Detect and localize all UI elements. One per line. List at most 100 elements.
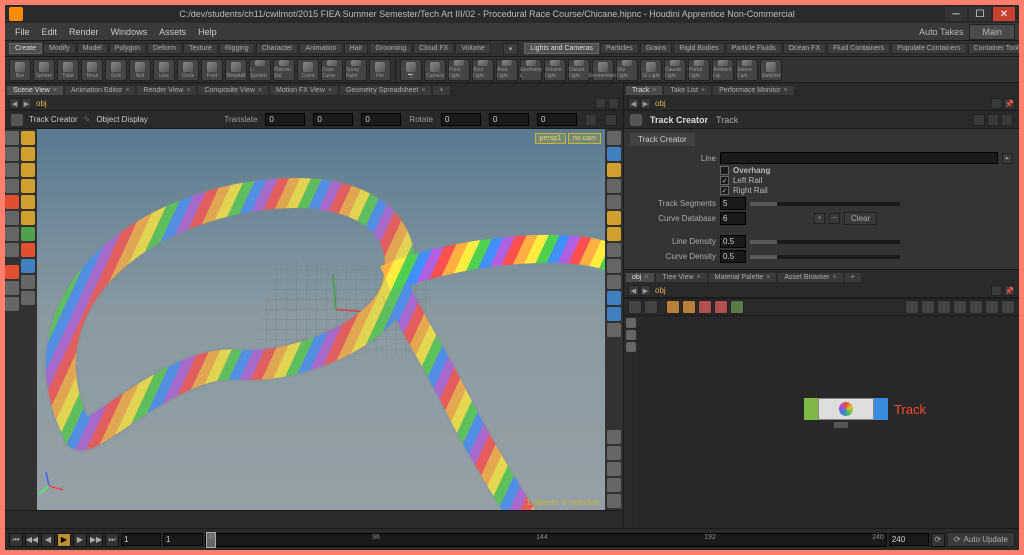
net-r7[interactable] bbox=[1001, 300, 1015, 314]
disp-c2[interactable] bbox=[607, 147, 621, 161]
scene-viewport[interactable]: persp1 no cam 1 objects, 0 selected bbox=[37, 129, 605, 510]
shelf-draw-curve-icon[interactable]: Draw Curve bbox=[321, 59, 343, 81]
rx-field[interactable]: 0 bbox=[441, 113, 481, 126]
net-r3[interactable] bbox=[937, 300, 951, 314]
shelftab-rigging[interactable]: Rigging bbox=[219, 43, 255, 54]
param-header-title[interactable]: Track Creator bbox=[650, 115, 708, 125]
disp-c10[interactable] bbox=[607, 275, 621, 289]
first-frame-button[interactable]: ⏮ bbox=[9, 533, 23, 547]
n-opt1[interactable] bbox=[991, 285, 1002, 296]
tab-motion-fx-view[interactable]: Motion FX View× bbox=[270, 86, 338, 95]
curvedb-field[interactable]: 6 bbox=[720, 212, 746, 225]
menu-help[interactable]: Help bbox=[192, 25, 223, 39]
net-r6[interactable] bbox=[985, 300, 999, 314]
shelf-point-light-icon[interactable]: Point Light bbox=[448, 59, 470, 81]
shelf-circle-icon[interactable]: Circle bbox=[177, 59, 199, 81]
xform-opt2-icon[interactable] bbox=[605, 114, 617, 126]
xform-opt1-icon[interactable] bbox=[585, 114, 597, 126]
shelf-gi-light-icon[interactable]: GI Light bbox=[640, 59, 662, 81]
line-picker-icon[interactable]: ▸ bbox=[1002, 153, 1013, 164]
shelf-area-light-icon[interactable]: Area Light bbox=[496, 59, 518, 81]
disp-c17[interactable] bbox=[607, 478, 621, 492]
nav-fwd-icon[interactable]: ▶ bbox=[21, 98, 32, 109]
menu-windows[interactable]: Windows bbox=[105, 25, 154, 39]
frame-start-field[interactable]: 1 bbox=[121, 533, 161, 546]
toolstrip-a2[interactable] bbox=[5, 147, 19, 161]
net-t2[interactable] bbox=[644, 300, 658, 314]
net-t6[interactable] bbox=[714, 300, 728, 314]
play-fwd-button[interactable]: ▶ bbox=[73, 533, 87, 547]
timeline-track[interactable]: 4896144192240 bbox=[205, 533, 887, 547]
tab-scene-view[interactable]: Scene View× bbox=[7, 86, 63, 95]
pane-opt2-icon[interactable] bbox=[608, 98, 619, 109]
last-frame-button[interactable]: ⏭ bbox=[105, 533, 119, 547]
nstrip-1[interactable] bbox=[626, 318, 636, 328]
ntab-tree-view[interactable]: Tree View× bbox=[656, 273, 706, 282]
r-path-obj[interactable]: obj bbox=[655, 99, 666, 108]
rz-field[interactable]: 0 bbox=[537, 113, 577, 126]
shelf-stereo-cam--icon[interactable]: Stereo Cam. bbox=[736, 59, 758, 81]
minimize-button[interactable]: ─ bbox=[945, 7, 967, 21]
magnet-icon[interactable] bbox=[5, 265, 19, 279]
disp-c5[interactable] bbox=[607, 195, 621, 209]
menu-assets[interactable]: Assets bbox=[153, 25, 192, 39]
play-button[interactable]: ▶ bbox=[57, 533, 71, 547]
shelftab-hair[interactable]: Hair bbox=[344, 43, 369, 54]
shelf-ambient-lig--icon[interactable]: Ambient Lig. bbox=[712, 59, 734, 81]
help-icon[interactable] bbox=[1001, 114, 1013, 126]
ty-field[interactable]: 0 bbox=[313, 113, 353, 126]
auto-takes-label[interactable]: Auto Takes bbox=[919, 27, 963, 37]
tab-composite-view[interactable]: Composite View× bbox=[198, 86, 268, 95]
shelftab-ocean-fx[interactable]: Ocean FX bbox=[783, 43, 827, 54]
leftrail-checkbox[interactable]: ✓ bbox=[720, 176, 729, 185]
tool-b4[interactable] bbox=[21, 179, 35, 193]
ntab-material-palette[interactable]: Material Palette× bbox=[709, 273, 777, 282]
toolstrip-a7[interactable] bbox=[5, 227, 19, 241]
ry-field[interactable]: 0 bbox=[489, 113, 529, 126]
pane-opt1-icon[interactable] bbox=[595, 98, 606, 109]
net-r2[interactable] bbox=[921, 300, 935, 314]
shelftab-character[interactable]: Character bbox=[256, 43, 299, 54]
prev-key-button[interactable]: ◀◀ bbox=[25, 533, 39, 547]
shelf-spray-paint-icon[interactable]: Spray Paint bbox=[345, 59, 367, 81]
disp-c11[interactable] bbox=[607, 291, 621, 305]
shelf-portal-light-icon[interactable]: Portal Light bbox=[688, 59, 710, 81]
disp-c15[interactable] bbox=[607, 446, 621, 460]
n-pin-icon[interactable]: 📌 bbox=[1004, 285, 1015, 296]
toolstrip-a1[interactable] bbox=[5, 131, 19, 145]
shelf-switcher-icon[interactable]: Switcher bbox=[760, 59, 782, 81]
shelf-tube-icon[interactable]: Tube bbox=[57, 59, 79, 81]
track-node[interactable]: Track bbox=[804, 398, 926, 420]
param-header-name[interactable]: Track bbox=[716, 115, 738, 125]
rightrail-checkbox[interactable]: ✓ bbox=[720, 186, 729, 195]
overhang-checkbox[interactable] bbox=[720, 166, 729, 175]
net-r5[interactable] bbox=[969, 300, 983, 314]
tool-b10[interactable] bbox=[21, 275, 35, 289]
network-view[interactable]: Track bbox=[624, 316, 1019, 528]
shelftab-particle-fluids[interactable]: Particle Fluids bbox=[726, 43, 782, 54]
shelftab-grains[interactable]: Grains bbox=[640, 43, 673, 54]
auto-update-button[interactable]: ⟳Auto Update bbox=[947, 532, 1015, 547]
shelftab-grooming[interactable]: Grooming bbox=[369, 43, 412, 54]
shelftab-deform[interactable]: Deform bbox=[147, 43, 182, 54]
shelf-box-icon[interactable]: Box bbox=[9, 59, 31, 81]
take-main-tab[interactable]: Main bbox=[969, 24, 1015, 40]
net-t4[interactable] bbox=[682, 300, 696, 314]
shelftab-polygon[interactable]: Polygon bbox=[109, 43, 146, 54]
toolstrip-a6[interactable] bbox=[5, 211, 19, 225]
shelf-sphere-icon[interactable]: Sphere bbox=[33, 59, 55, 81]
shelftab-animation[interactable]: Animation bbox=[299, 43, 342, 54]
rtab-take-list[interactable]: Take List× bbox=[664, 86, 711, 95]
segments-field[interactable]: 5 bbox=[720, 197, 746, 210]
curvedensity-slider[interactable] bbox=[750, 255, 900, 259]
play-back-button[interactable]: ◀ bbox=[41, 533, 55, 547]
shelftab-particles[interactable]: Particles bbox=[600, 43, 639, 54]
frame-cur-field[interactable]: 1 bbox=[163, 533, 203, 546]
menu-render[interactable]: Render bbox=[63, 25, 105, 39]
shelf-environment-icon[interactable]: Environment bbox=[592, 59, 614, 81]
net-t1[interactable] bbox=[628, 300, 642, 314]
shelf-camera-icon[interactable]: 📷 bbox=[400, 59, 422, 81]
tool-b2[interactable] bbox=[21, 147, 35, 161]
select-tool-icon[interactable] bbox=[21, 131, 35, 145]
track-creator-button[interactable]: Track Creator bbox=[29, 115, 78, 124]
